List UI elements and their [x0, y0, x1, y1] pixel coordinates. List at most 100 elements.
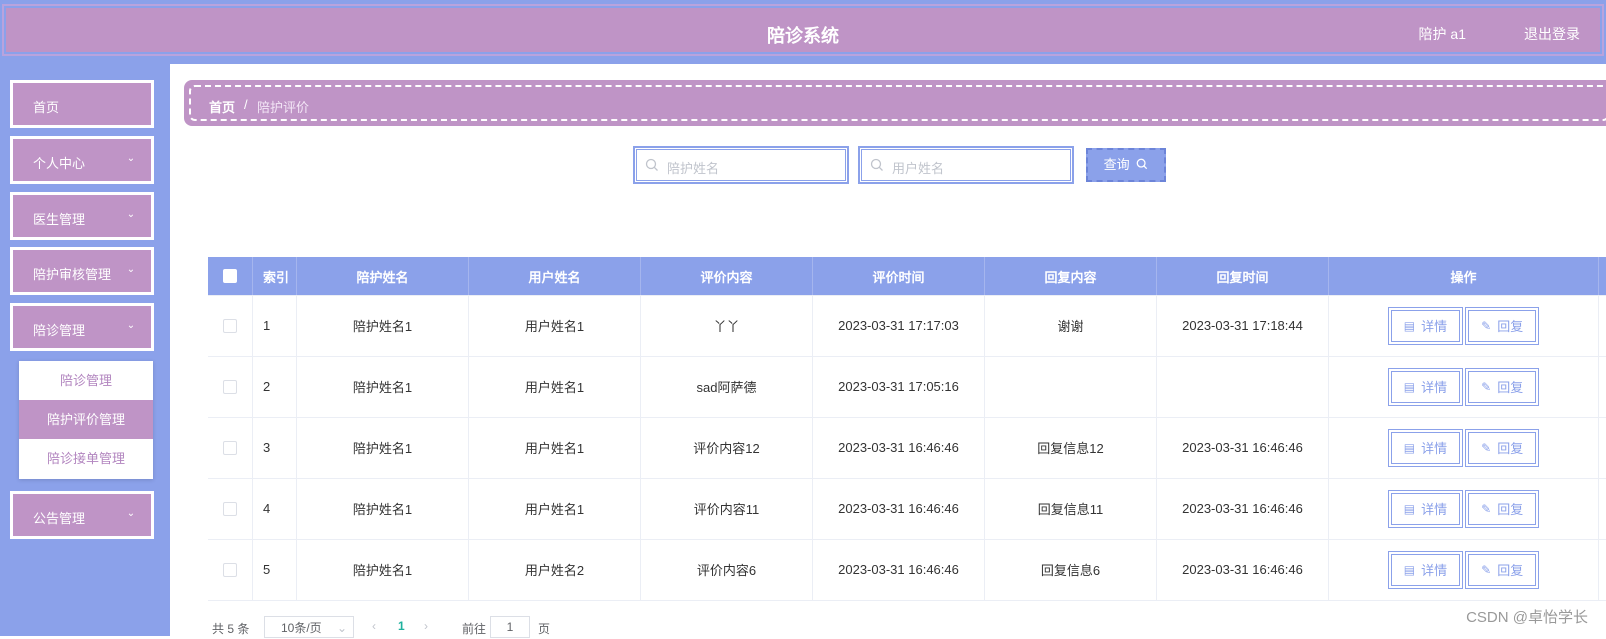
- user-name-search-input[interactable]: 用户姓名: [858, 146, 1074, 184]
- escort-name-placeholder: 陪护姓名: [667, 161, 720, 176]
- cell-evaluation-content: sad阿萨德: [641, 356, 813, 417]
- chevron-down-icon: ⌄: [126, 508, 136, 519]
- logout-link[interactable]: 退出登录: [1524, 24, 1580, 44]
- cell-index: 4: [253, 478, 297, 539]
- detail-button[interactable]: ▤ 详情: [1387, 428, 1464, 467]
- detail-button[interactable]: ▤ 详情: [1387, 489, 1464, 528]
- sidebar-item-home[interactable]: 首页: [10, 80, 154, 128]
- cell-user-name: 用户姓名1: [469, 478, 641, 539]
- sidebar-item-personal-center[interactable]: 个人中心 ⌄: [10, 136, 154, 184]
- table-row: 4 陪护姓名1 用户姓名1 评价内容11 2023-03-31 16:46:46 回复信息…: [208, 478, 1606, 540]
- sidebar-item-accompany-management[interactable]: 陪诊管理 ⌄: [10, 303, 154, 351]
- top-header: 陪诊系统 陪护 a1 退出登录: [0, 0, 1606, 64]
- cell-evaluation-time: 2023-03-31 17:17:03: [813, 295, 985, 356]
- reply-button[interactable]: ✎ 回复: [1465, 428, 1540, 467]
- app-title: 陪诊系统: [767, 26, 839, 46]
- reply-button-label: 回复: [1497, 563, 1524, 578]
- row-checkbox[interactable]: [223, 318, 237, 333]
- cell-evaluation-content: 评价内容11: [641, 478, 813, 539]
- reply-button[interactable]: ✎ 回复: [1465, 367, 1540, 406]
- chevron-down-icon: ⌄: [126, 264, 136, 275]
- breadcrumb-separator: /: [244, 97, 248, 112]
- submenu-item-order-taking[interactable]: 陪诊接单管理: [19, 439, 153, 478]
- query-button-label: 查询: [1103, 157, 1130, 172]
- header-actions: 操作: [1329, 257, 1599, 295]
- table-row: 1 陪护姓名1 用户姓名1 丫丫 2023-03-31 17:17:03 谢谢 2023-0…: [208, 295, 1606, 357]
- page-number[interactable]: 1: [398, 619, 405, 633]
- detail-button[interactable]: ▤ 详情: [1387, 550, 1464, 589]
- accompany-submenu: 陪诊管理 陪护评价管理 陪诊接单管理: [19, 361, 153, 479]
- query-button[interactable]: 查询: [1086, 148, 1166, 182]
- cell-actions: ▤ 详情 ✎ 回复: [1329, 295, 1599, 356]
- header-index: 索引: [253, 257, 297, 295]
- breadcrumb: 首页 / 陪护评价: [184, 80, 1606, 126]
- row-checkbox[interactable]: [223, 440, 237, 455]
- cell-user-name: 用户姓名1: [469, 417, 641, 478]
- table-header-row: 索引 陪护姓名 用户姓名 评价内容 评价时间 回复内容 回复时间 操作: [208, 257, 1606, 296]
- cell-reply-content: 谢谢: [985, 295, 1157, 356]
- submenu-item-accompany[interactable]: 陪诊管理: [19, 361, 153, 400]
- sidebar-item-escort-review[interactable]: 陪护审核管理 ⌄: [10, 247, 154, 295]
- page-size-select[interactable]: 10条/页 ⌄: [264, 616, 354, 638]
- header-reply-content: 回复内容: [985, 257, 1157, 295]
- cell-actions: ▤ 详情 ✎ 回复: [1329, 356, 1599, 417]
- document-icon: ▤: [1403, 318, 1416, 333]
- breadcrumb-home[interactable]: 首页: [209, 97, 235, 116]
- reply-button-label: 回复: [1497, 502, 1524, 517]
- row-checkbox[interactable]: [223, 562, 237, 577]
- select-all-checkbox[interactable]: [223, 269, 237, 283]
- cell-evaluation-content: 丫丫: [641, 295, 813, 356]
- watermark: CSDN @卓怡学长: [1466, 609, 1588, 626]
- header-evaluation-content: 评价内容: [641, 257, 813, 295]
- search-icon: [870, 158, 883, 171]
- chevron-down-icon: ⌄: [126, 320, 136, 331]
- reply-button[interactable]: ✎ 回复: [1465, 550, 1540, 589]
- cell-index: 2: [253, 356, 297, 417]
- cell-index: 1: [253, 295, 297, 356]
- cell-escort-name: 陪护姓名1: [297, 539, 469, 600]
- sidebar-item-label: 公告管理: [33, 511, 86, 526]
- next-page-icon[interactable]: ›: [424, 619, 428, 633]
- cell-evaluation-time: 2023-03-31 16:46:46: [813, 417, 985, 478]
- breadcrumb-frame: 首页 / 陪护评价: [189, 85, 1606, 121]
- sidebar-item-doctor-management[interactable]: 医生管理 ⌄: [10, 192, 154, 240]
- detail-button[interactable]: ▤ 详情: [1387, 367, 1464, 406]
- cell-reply-time: 2023-03-31 16:46:46: [1157, 539, 1329, 600]
- submenu-item-escort-evaluation[interactable]: 陪护评价管理: [19, 400, 153, 439]
- cell-user-name: 用户姓名1: [469, 295, 641, 356]
- row-select-cell: [208, 295, 253, 356]
- cell-escort-name: 陪护姓名1: [297, 356, 469, 417]
- header-user-name: 用户姓名: [469, 257, 641, 295]
- table-row: 5 陪护姓名1 用户姓名2 评价内容6 2023-03-31 16:46:46 回复信息6…: [208, 539, 1606, 601]
- goto-page-input[interactable]: 1: [490, 616, 530, 638]
- document-icon: ▤: [1403, 501, 1416, 516]
- cell-reply-time: 2023-03-31 16:46:46: [1157, 478, 1329, 539]
- cell-reply-time: 2023-03-31 16:46:46: [1157, 417, 1329, 478]
- reply-button[interactable]: ✎ 回复: [1465, 306, 1540, 345]
- detail-button-label: 详情: [1421, 319, 1448, 334]
- document-icon: ▤: [1403, 562, 1416, 577]
- cell-evaluation-time: 2023-03-31 17:05:16: [813, 356, 985, 417]
- row-checkbox[interactable]: [223, 501, 237, 516]
- current-user: 陪护 a1: [1418, 26, 1466, 42]
- search-icon: [645, 158, 658, 171]
- reply-button-label: 回复: [1497, 441, 1524, 456]
- cell-index: 5: [253, 539, 297, 600]
- detail-button-label: 详情: [1421, 441, 1448, 456]
- cell-reply-time: [1157, 356, 1329, 417]
- escort-name-search-input[interactable]: 陪护姓名: [633, 146, 849, 184]
- detail-button-label: 详情: [1421, 380, 1448, 395]
- header-bar: 陪诊系统 陪护 a1 退出登录: [2, 4, 1604, 56]
- prev-page-icon[interactable]: ‹: [372, 619, 376, 633]
- document-icon: ▤: [1403, 440, 1416, 455]
- cell-reply-content: [985, 356, 1157, 417]
- cell-escort-name: 陪护姓名1: [297, 478, 469, 539]
- reply-button[interactable]: ✎ 回复: [1465, 489, 1540, 528]
- cell-escort-name: 陪护姓名1: [297, 295, 469, 356]
- sidebar-item-label: 陪护审核管理: [33, 267, 112, 282]
- detail-button[interactable]: ▤ 详情: [1387, 306, 1464, 345]
- sidebar-item-label: 首页: [33, 100, 60, 115]
- row-checkbox[interactable]: [223, 379, 237, 394]
- sidebar-item-announcement[interactable]: 公告管理 ⌄: [10, 491, 154, 539]
- page-size-value: 10条/页: [281, 621, 322, 635]
